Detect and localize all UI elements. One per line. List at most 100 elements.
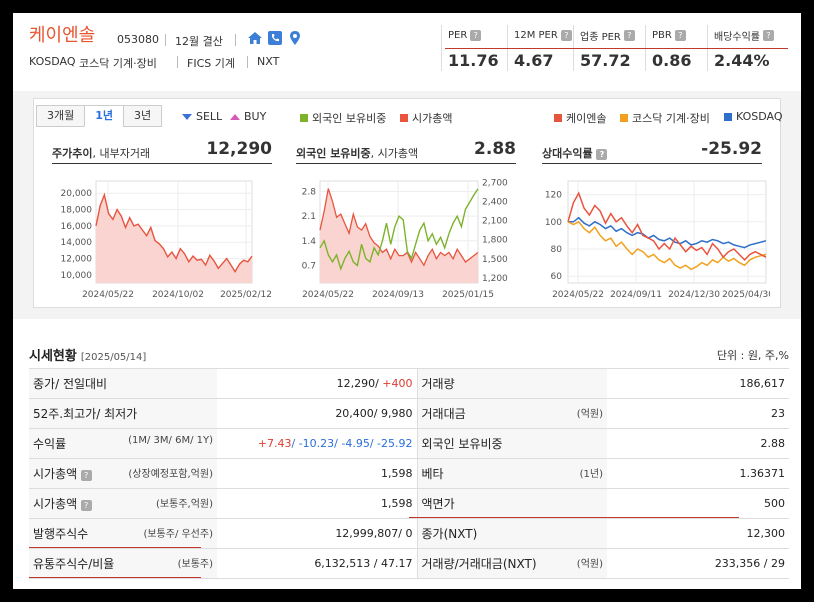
home-icon[interactable]: [247, 30, 263, 46]
row-underline: [409, 517, 739, 518]
buy-triangle-icon: [230, 113, 240, 120]
unit-label: 단위 : 원, 주,%: [716, 349, 789, 362]
location-pin-icon[interactable]: [287, 30, 303, 46]
title-underline: [296, 163, 516, 164]
help-icon[interactable]: ?: [470, 29, 482, 41]
y-tick-label: 120: [545, 191, 562, 201]
sell-triangle-icon: [182, 113, 192, 120]
row-value: 233,356 / 29: [607, 548, 789, 579]
title-underline: [542, 163, 762, 164]
row-label: 52주.최고가/ 최저가: [29, 398, 217, 429]
table-row: 52주.최고가/ 최저가 20,400/ 9,980 거래대금 (억원) 23: [29, 398, 789, 429]
x-tick-label: 2024/09/11: [610, 290, 662, 300]
foreign-chart-value: 2.88: [474, 139, 516, 159]
row-value: 12,300: [607, 518, 789, 549]
row-label: 액면가: [417, 488, 607, 519]
tab-3m[interactable]: 3개월: [36, 105, 86, 127]
price-area: [96, 194, 252, 283]
help-icon[interactable]: ?: [80, 500, 92, 511]
x-tick-label: 2025/04/30: [722, 290, 770, 300]
kpi-label: 배당수익률: [714, 31, 760, 43]
value-main: 1,598: [381, 497, 413, 510]
kpi-value: 11.76: [448, 51, 499, 70]
value-main: 20,400/ 9,980: [335, 407, 413, 420]
value-main: 1,598: [381, 467, 413, 480]
row-value: 20,400/ 9,980: [217, 398, 418, 429]
divider: [235, 34, 236, 46]
y-tick-label: 20,000: [61, 189, 93, 199]
row-value: 2.88: [607, 428, 789, 459]
value-change: +7.43: [257, 437, 292, 450]
fics-link[interactable]: FICS 기계: [187, 55, 235, 71]
row-label: 발행주식수 (보통주/ 우선주): [29, 518, 217, 549]
period-tabs: 3개월 1년 3년: [36, 105, 163, 127]
market-label: KOSDAQ: [29, 55, 76, 68]
tab-1y[interactable]: 1년: [84, 105, 125, 127]
x-tick-label: 2024/09/13: [372, 290, 424, 300]
row-label: 베타 (1년): [417, 458, 607, 489]
row-label: 시가총액 ? (보통주,억원): [29, 488, 217, 519]
price-chart-value: 12,290: [206, 139, 272, 159]
stock-code: 053080: [117, 33, 159, 46]
legend-foreign: 외국인 보유비중: [300, 110, 386, 126]
relative-return-chart: 120 100 80 60 2024/05/22 2024/09/11 2024/12/30…: [545, 180, 770, 300]
chart-panel: 3개월 1년 3년 SELL BUY 외국인 보유비중 시가총액 케이엔솔 코스…: [33, 98, 783, 308]
row-label: 거래대금 (억원): [417, 398, 607, 429]
row-label: 거래량: [417, 368, 607, 399]
row-label: 종가/ 전일대비: [29, 368, 217, 399]
row-label: 거래량/거래대금(NXT) (억원): [417, 548, 607, 579]
y-right-tick-label: 2,100: [482, 217, 508, 227]
row-value: 12,290/ +400: [217, 368, 418, 399]
y-tick-label: 16,000: [61, 222, 93, 232]
market-status-date: [2025/05/14]: [80, 352, 147, 363]
company-name: 케이엔솔: [29, 25, 96, 46]
y-left-tick-label: 1.4: [302, 237, 317, 247]
y-tick-label: 60: [551, 272, 563, 282]
row-value: 1,598: [217, 488, 418, 519]
help-icon[interactable]: ?: [596, 149, 608, 160]
kpi-value: 2.44%: [714, 51, 770, 70]
legend-buy: BUY: [230, 110, 266, 123]
company-snapshot-page: 케이엔솔 053080 12월 결산 KOSDAQ 코스닥 기계·장비 FICS…: [13, 13, 801, 589]
kpi-value: 57.72: [580, 51, 631, 70]
help-icon[interactable]: ?: [623, 29, 635, 41]
y-tick-label: 10,000: [61, 271, 93, 281]
legend-swatch: [724, 112, 732, 121]
y-left-tick-label: 2.1: [302, 212, 316, 222]
row-value: 12,999,807/ 0: [217, 518, 418, 549]
sector-link[interactable]: 코스닥 기계·장비: [79, 55, 157, 71]
company-return-line: [567, 191, 767, 261]
relative-chart-value: -25.92: [701, 139, 762, 159]
phone-icon[interactable]: [267, 30, 283, 46]
kpi-underline: [445, 48, 788, 49]
row-value: 186,617: [607, 368, 789, 399]
y-right-tick-label: 1,800: [482, 236, 508, 246]
y-right-tick-label: 1,200: [482, 274, 508, 284]
table-row: 시가총액 ? (상장예정포함,억원) 1,598 베타 (1년) 1.36371: [29, 458, 789, 489]
y-right-tick-label: 2,400: [482, 197, 508, 207]
value-main: 12,999,807/ 0: [335, 527, 413, 540]
chart-section: 3개월 1년 3년 SELL BUY 외국인 보유비중 시가총액 케이엔솔 코스…: [13, 91, 801, 319]
foreign-chart-title: 외국인 보유비중, 시가총액: [296, 147, 419, 160]
legend-swatch: [620, 114, 628, 122]
nxt-label: NXT: [257, 55, 280, 68]
foreign-ownership-chart: 2.8 2.1 1.4 0.7 2,700 2,400 2,100 1,800 1,500 1,2…: [302, 178, 508, 300]
x-tick-label: 2025/01/15: [442, 290, 494, 300]
help-icon[interactable]: ?: [80, 470, 92, 481]
row-value: 1,598: [217, 458, 418, 489]
help-icon[interactable]: ?: [674, 29, 686, 41]
help-icon[interactable]: ?: [763, 29, 774, 41]
legend-mcap: 시가총액: [400, 110, 452, 126]
mcap-area: [320, 188, 478, 283]
help-icon[interactable]: ?: [560, 29, 572, 41]
table-row: 수익률 (1M/ 3M/ 6M/ 1Y) +7.43/ -10.23/ -4.95/…: [29, 428, 789, 459]
y-right-tick-label: 2,700: [482, 178, 508, 188]
kpi-value: 0.86: [652, 51, 692, 70]
table-row: 시가총액 ? (보통주,억원) 1,598 액면가 500: [29, 488, 789, 519]
relative-chart-title: 상대수익률 ?: [542, 145, 608, 161]
kpi-label: 업종 PER: [580, 31, 621, 43]
value-main: 12,290/: [336, 377, 383, 390]
y-tick-label: 14,000: [61, 238, 93, 248]
tab-3y[interactable]: 3년: [123, 105, 163, 127]
row-label: 종가(NXT): [417, 518, 607, 549]
